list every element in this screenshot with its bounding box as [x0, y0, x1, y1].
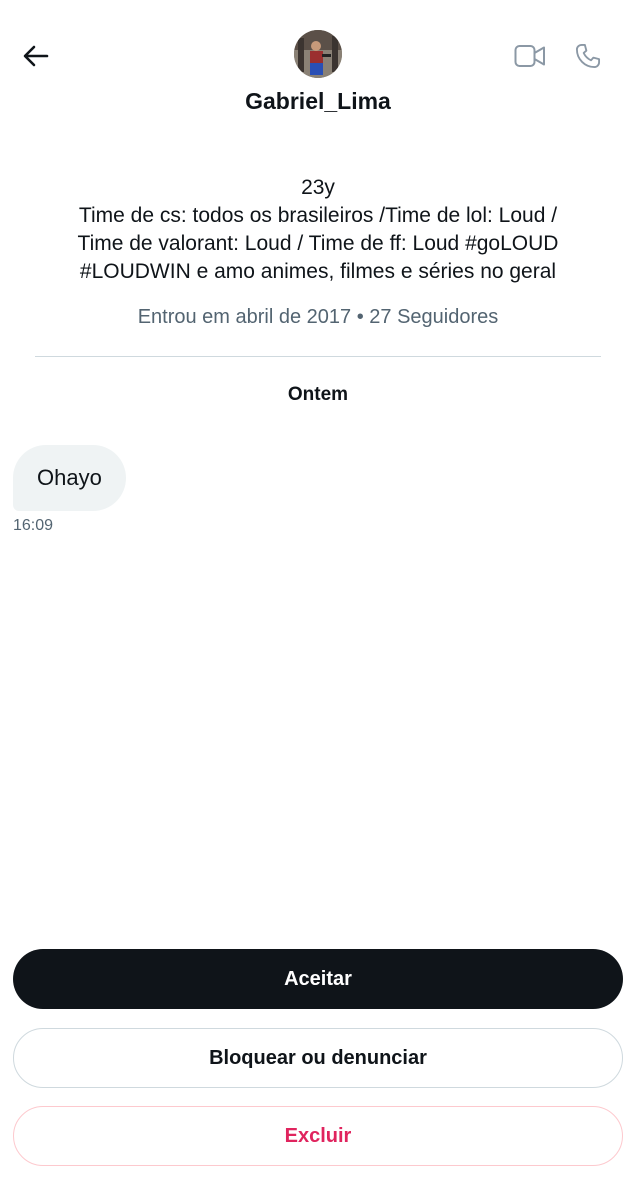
message-timestamp: 16:09	[13, 517, 54, 534]
date-separator: Ontem	[287, 384, 349, 405]
username-title[interactable]: Gabriel_Lima	[0, 88, 636, 115]
phone-icon	[575, 43, 601, 69]
voice-call-button[interactable]	[568, 36, 608, 76]
bio-line: 23y	[301, 176, 335, 199]
bio-line: Time de cs: todos os brasileiros /Time d…	[78, 204, 558, 227]
bio-line: #LOUDWIN e amo animes, filmes e séries n…	[79, 260, 557, 283]
arrow-left-icon	[23, 45, 49, 67]
bio-line: Time de valorant: Loud / Time de ff: Lou…	[77, 232, 559, 255]
profile-bio: 23y Time de cs: todos os brasileiros /Ti…	[30, 174, 606, 286]
profile-meta: Entrou em abril de 2017 • 27 Seguidores	[137, 306, 499, 328]
message-text: Ohayo	[37, 465, 102, 490]
avatar[interactable]	[294, 30, 342, 78]
divider	[35, 356, 601, 357]
block-or-report-button[interactable]: Bloquear ou denunciar	[13, 1028, 623, 1088]
message-bubble[interactable]: Ohayo	[13, 445, 126, 511]
video-call-button[interactable]	[510, 36, 550, 76]
video-camera-icon	[514, 45, 545, 67]
back-button[interactable]	[16, 36, 56, 76]
accept-button[interactable]: Aceitar	[13, 949, 623, 1009]
delete-button[interactable]: Excluir	[13, 1106, 623, 1166]
